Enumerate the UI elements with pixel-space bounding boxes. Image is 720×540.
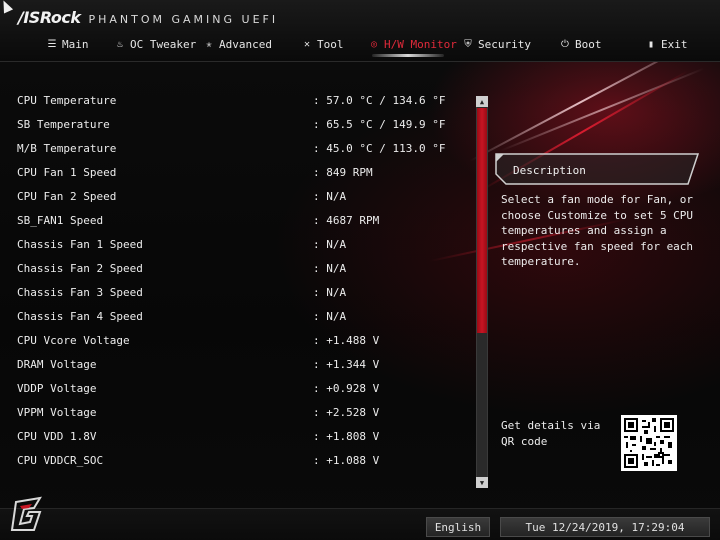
list-item[interactable]: CPU Fan 2 Speed : N/A: [0, 186, 470, 206]
list-item[interactable]: M/B Temperature : 45.0 °C / 113.0 °F: [0, 138, 470, 158]
brand-name: /ISRock: [18, 8, 81, 27]
scroll-down-button[interactable]: ▼: [476, 477, 488, 488]
item-value: : N/A: [313, 190, 347, 203]
list-item[interactable]: Chassis Fan 1 Speed : N/A: [0, 234, 470, 254]
item-label: Chassis Fan 4 Speed: [17, 310, 143, 323]
item-value: : N/A: [313, 310, 347, 323]
tab-oc-tweaker[interactable]: ♨ OC Tweaker: [114, 36, 196, 52]
list-item[interactable]: SB_FAN1 Speed : 4687 RPM: [0, 210, 470, 230]
star-icon: ✭: [205, 38, 213, 50]
item-value: : +1.808 V: [313, 430, 380, 443]
tab-label: Main: [62, 37, 89, 51]
language-button[interactable]: English: [426, 517, 490, 537]
item-label: SB Temperature: [17, 118, 110, 131]
list-item[interactable]: SB Temperature : 65.5 °C / 149.9 °F: [0, 114, 470, 134]
tab-advanced[interactable]: ✭ Advanced: [203, 36, 272, 52]
exit-door-icon: ▮: [647, 38, 655, 50]
chevron-down-icon: ▼: [479, 478, 485, 487]
item-value: : N/A: [313, 238, 347, 251]
item-label: VDDP Voltage: [17, 382, 97, 395]
item-label: Chassis Fan 3 Speed: [17, 286, 143, 299]
item-value: : 45.0 °C / 113.0 °F: [313, 142, 446, 155]
phantom-gaming-logo: [10, 494, 50, 534]
tab-exit[interactable]: ▮ Exit: [645, 36, 688, 52]
tab-security[interactable]: ⛨ Security: [462, 36, 531, 52]
qr-label: Get details via QR code: [501, 419, 601, 448]
list-item[interactable]: Chassis Fan 4 Speed : N/A: [0, 306, 470, 326]
tab-label: H/W Monitor: [384, 37, 457, 51]
list-item[interactable]: VPPM Voltage : +2.528 V: [0, 402, 470, 422]
scrollbar-thumb[interactable]: [477, 108, 487, 333]
qr-code: [621, 415, 677, 471]
item-label: CPU Fan 2 Speed: [17, 190, 117, 203]
chevron-up-icon: ▲: [479, 97, 485, 106]
list-item[interactable]: Chassis Fan 2 Speed : N/A: [0, 258, 470, 278]
datetime-value: Tue 12/24/2019, 17:29:04: [525, 520, 685, 534]
item-value: : N/A: [313, 262, 347, 275]
language-label: English: [434, 520, 482, 534]
item-label: Chassis Fan 1 Speed: [17, 238, 143, 251]
item-value: : +1.088 V: [313, 454, 380, 467]
list-icon: ☰: [47, 38, 57, 50]
item-label: CPU Temperature: [17, 94, 117, 107]
tab-label: Tool: [317, 37, 344, 51]
item-label: M/B Temperature: [17, 142, 117, 155]
description-title: Description: [513, 164, 586, 177]
item-label: VPPM Voltage: [17, 406, 97, 419]
list-item[interactable]: VDDP Voltage : +0.928 V: [0, 378, 470, 398]
tab-main[interactable]: ☰ Main: [46, 36, 89, 52]
flame-icon: ♨: [116, 38, 124, 50]
list-item[interactable]: CPU Vcore Voltage : +1.488 V: [0, 330, 470, 350]
tools-icon: ✕: [303, 38, 311, 50]
tab-label: Security: [478, 37, 531, 51]
list-item[interactable]: CPU VDDCR_SOC : +1.088 V: [0, 450, 470, 470]
item-label: Chassis Fan 2 Speed: [17, 262, 143, 275]
description-text: Select a fan mode for Fan, or choose Cus…: [501, 193, 694, 268]
item-value: : +1.344 V: [313, 358, 380, 371]
list-item[interactable]: Chassis Fan 3 Speed : N/A: [0, 282, 470, 302]
brand-logo: /ISRock PHANTOM GAMING UEFI: [18, 8, 278, 28]
shield-icon: ⛨: [464, 38, 472, 50]
active-tab-indicator: [372, 54, 444, 57]
list-item[interactable]: CPU Fan 1 Speed : 849 RPM: [0, 162, 470, 182]
power-icon: ⏻: [561, 38, 569, 50]
scroll-up-button[interactable]: ▲: [476, 96, 488, 107]
item-value: : 65.5 °C / 149.9 °F: [313, 118, 446, 131]
tab-tool[interactable]: ✕ Tool: [301, 36, 344, 52]
item-value: : +1.488 V: [313, 334, 380, 347]
list-item[interactable]: CPU Temperature : 57.0 °C / 134.6 °F: [0, 90, 470, 110]
tab-label: Boot: [575, 37, 602, 51]
datetime-display: Tue 12/24/2019, 17:29:04: [500, 517, 710, 537]
item-value: : +2.528 V: [313, 406, 380, 419]
item-value: : 849 RPM: [313, 166, 373, 179]
item-label: CPU VDDCR_SOC: [17, 454, 104, 467]
brand-subtitle: PHANTOM GAMING UEFI: [88, 13, 279, 26]
tab-label: Exit: [661, 37, 688, 51]
item-value: : 4687 RPM: [313, 214, 380, 227]
monitor-ring-icon: ◎: [370, 38, 378, 50]
item-label: CPU Vcore Voltage: [17, 334, 130, 347]
tab-label: Advanced: [219, 37, 272, 51]
item-value: : +0.928 V: [313, 382, 380, 395]
item-label: DRAM Voltage: [17, 358, 97, 371]
item-label: CPU VDD 1.8V: [17, 430, 97, 443]
list-item[interactable]: CPU VDD 1.8V : +1.808 V: [0, 426, 470, 446]
tab-hw-monitor[interactable]: ◎ H/W Monitor: [368, 36, 457, 52]
item-label: SB_FAN1 Speed: [17, 214, 104, 227]
item-value: : 57.0 °C / 134.6 °F: [313, 94, 446, 107]
item-value: : N/A: [313, 286, 347, 299]
tab-label: OC Tweaker: [130, 37, 197, 51]
tab-boot[interactable]: ⏻ Boot: [559, 36, 602, 52]
item-label: CPU Fan 1 Speed: [17, 166, 117, 179]
list-item[interactable]: DRAM Voltage : +1.344 V: [0, 354, 470, 374]
